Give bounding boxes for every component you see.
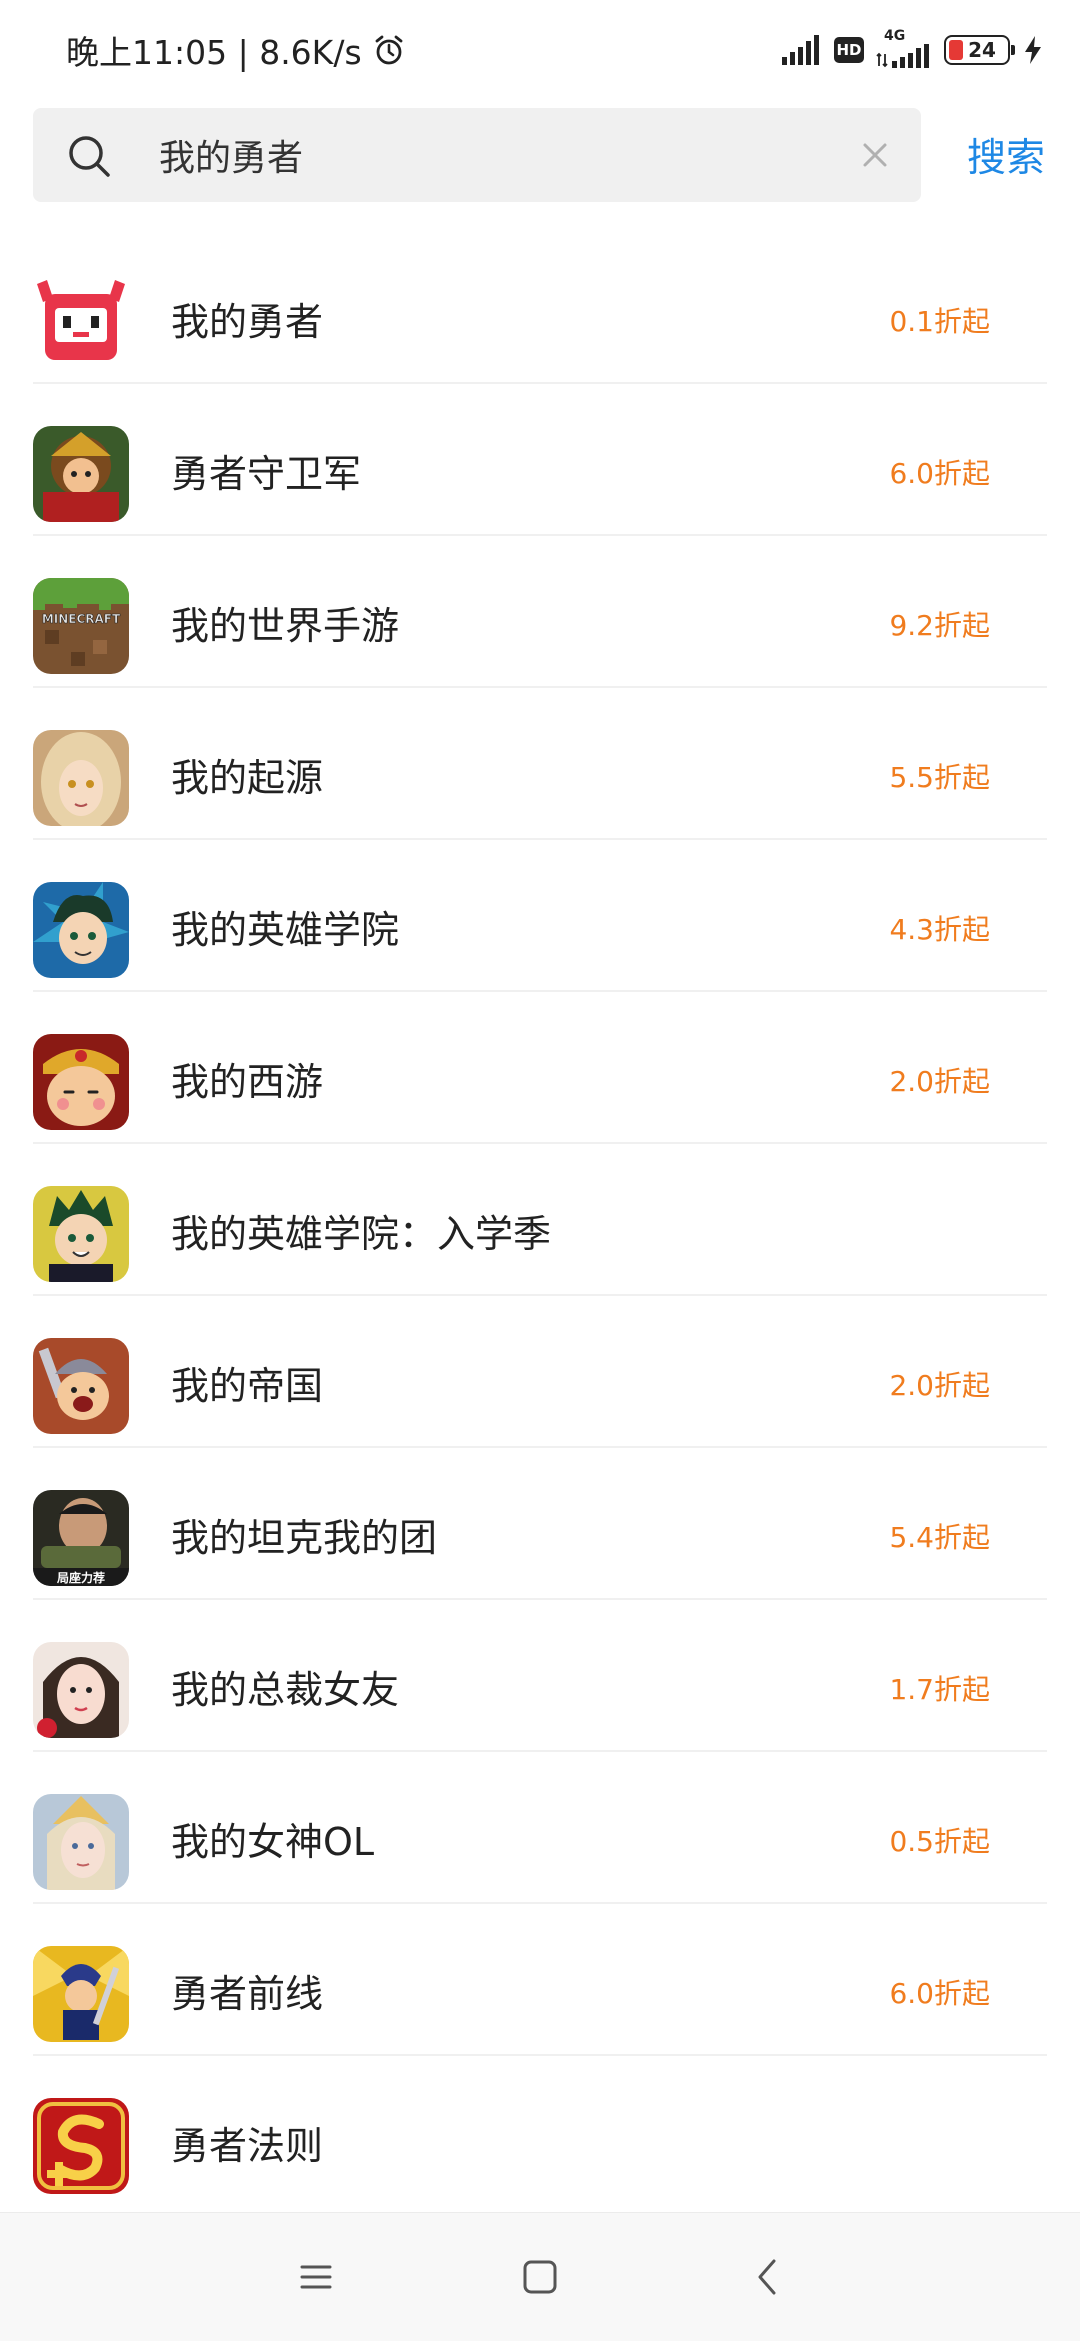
minecraft-logo-text: MINECRAFT: [42, 612, 121, 626]
list-item[interactable]: 我的英雄学院：入学季: [0, 1144, 1080, 1296]
discount-label: 5.4折起: [889, 1521, 990, 1554]
app-name: 我的西游: [171, 1060, 324, 1104]
discount-label: 2.0折起: [889, 1369, 990, 1402]
list-item[interactable]: 勇者前线 6.0折起: [0, 1904, 1080, 2056]
app-name: 我的世界手游: [171, 604, 400, 648]
discount-label: 6.0折起: [889, 457, 990, 490]
network-type-label: 4G: [884, 28, 906, 44]
status-time-network: 晚上11:05 | 8.6K/s: [66, 33, 362, 72]
result-list: 我的勇者 0.1折起 勇者守卫军 6.0折起 MINECRAFT 我的世界手游 …: [0, 232, 1080, 2208]
app-icon-minecraft: MINECRAFT: [33, 578, 129, 674]
list-item[interactable]: 我的英雄学院 4.3折起: [0, 840, 1080, 992]
app-icon-wode-zongcai-nvyou: [33, 1642, 129, 1738]
list-item[interactable]: 我的总裁女友 1.7折起: [0, 1600, 1080, 1752]
app-name: 我的英雄学院: [171, 908, 400, 952]
app-icon-yongzhe-shouweijun: [33, 426, 129, 522]
home-icon[interactable]: [516, 2253, 564, 2301]
alarm-icon: [375, 35, 403, 65]
app-icon-yongzhe-faze: [33, 2098, 129, 2194]
app-icon-wode-yingxiong-xueyuan-ruxueji: [33, 1186, 129, 1282]
app-icon-wode-xiyou: [33, 1034, 129, 1130]
list-item[interactable]: 勇者法则: [0, 2056, 1080, 2208]
status-left: 晚上11:05 | 8.6K/s: [66, 26, 406, 74]
signal-icon: [782, 35, 819, 65]
search-box[interactable]: [33, 108, 921, 202]
app-icon-yongzhe-qianxian: [33, 1946, 129, 2042]
app-name: 我的帝国: [171, 1364, 324, 1408]
discount-label: 2.0折起: [889, 1065, 990, 1098]
clear-icon[interactable]: [859, 139, 891, 171]
discount-label: 5.5折起: [889, 761, 990, 794]
app-icon-wode-yingxiong-xueyuan: [33, 882, 129, 978]
list-item[interactable]: 勇者守卫军 6.0折起: [0, 384, 1080, 536]
list-item[interactable]: 我的起源 5.5折起: [0, 688, 1080, 840]
list-item[interactable]: MINECRAFT 我的世界手游 9.2折起: [0, 536, 1080, 688]
app-name: 勇者法则: [171, 2124, 324, 2168]
menu-icon[interactable]: [292, 2253, 340, 2301]
app-icon-wode-qiyuan: [33, 730, 129, 826]
back-icon[interactable]: [744, 2253, 792, 2301]
discount-label: 0.1折起: [889, 305, 990, 338]
app-name: 我的起源: [171, 756, 324, 800]
discount-label: 0.5折起: [889, 1825, 990, 1858]
search-input[interactable]: [159, 108, 839, 202]
hd-icon: HD: [834, 37, 864, 63]
list-item[interactable]: 局座力荐 我的坦克我的团 5.4折起: [0, 1448, 1080, 1600]
app-name: 我的勇者: [171, 300, 324, 344]
hd-label: HD: [836, 41, 862, 59]
signal-4g-icon: 4G: [876, 28, 932, 68]
charging-icon: [1025, 36, 1041, 64]
discount-label: 9.2折起: [889, 609, 990, 642]
list-item[interactable]: 我的西游 2.0折起: [0, 992, 1080, 1144]
battery-level: 24: [968, 38, 996, 62]
discount-label: 1.7折起: [889, 1673, 990, 1706]
battery-fill: [949, 40, 963, 60]
search-button[interactable]: 搜索: [946, 108, 1066, 202]
discount-label: 6.0折起: [889, 1977, 990, 2010]
discount-label: 4.3折起: [889, 913, 990, 946]
list-item[interactable]: 我的女神OL 0.5折起: [0, 1752, 1080, 1904]
app-name: 勇者守卫军: [171, 452, 362, 496]
app-name: 我的英雄学院：入学季: [171, 1212, 552, 1256]
app-name: 勇者前线: [171, 1972, 324, 2016]
list-item[interactable]: 我的帝国 2.0折起: [0, 1296, 1080, 1448]
app-icon-wode-diguo: [33, 1338, 129, 1434]
nav-bar: [0, 2212, 1080, 2341]
tank-badge-text: 局座力荐: [57, 1570, 105, 1585]
signal-4g-bars-icon: [876, 44, 929, 68]
app-icon-wode-tanke: 局座力荐: [33, 1490, 129, 1586]
battery-icon: 24: [944, 35, 1015, 65]
status-bar: 晚上11:05 | 8.6K/s HD 4G 24: [0, 0, 1080, 100]
list-item[interactable]: 我的勇者 0.1折起: [0, 232, 1080, 384]
search-icon: [69, 136, 110, 177]
app-name: 我的女神OL: [171, 1820, 375, 1864]
status-right: HD 4G 24: [780, 28, 1044, 70]
app-icon-wode-nvshen: [33, 1794, 129, 1890]
app-name: 我的坦克我的团: [171, 1516, 438, 1560]
app-name: 我的总裁女友: [171, 1668, 400, 1712]
app-icon-wode-yongzhe: [33, 274, 129, 370]
